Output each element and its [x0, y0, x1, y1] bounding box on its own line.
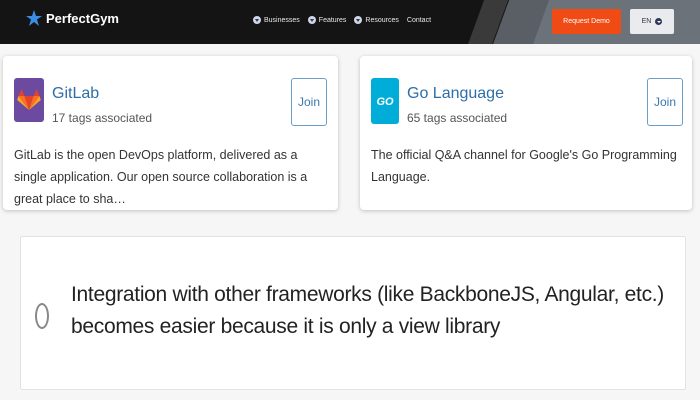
nav-item-contact[interactable]: Contact — [407, 16, 431, 24]
star-logo-icon — [26, 10, 42, 26]
main-nav: Businesses Features Resources Contact — [253, 16, 431, 24]
answer-option[interactable]: Integration with other frameworks (like … — [20, 236, 686, 390]
join-button[interactable]: Join — [647, 78, 683, 126]
go-gopher-icon: GO — [371, 78, 399, 124]
chevron-down-icon — [655, 18, 663, 25]
tag-count: 17 tags associated — [52, 111, 153, 125]
logo-text: PerfectGym — [46, 10, 119, 26]
language-selector[interactable]: EN — [630, 9, 674, 34]
nav-item-resources[interactable]: Resources — [354, 16, 399, 24]
tag-card-go-language: GO Go Language 65 tags associated Join T… — [360, 56, 692, 210]
gitlab-icon — [14, 78, 44, 122]
perfectgym-logo[interactable]: PerfectGym — [26, 10, 119, 26]
nav-item-businesses[interactable]: Businesses — [253, 16, 300, 24]
card-title[interactable]: Go Language — [407, 85, 504, 103]
nav-item-features[interactable]: Features — [307, 16, 346, 24]
option-text: Integration with other frameworks (like … — [71, 283, 664, 338]
chevron-down-icon — [354, 16, 363, 24]
join-button[interactable]: Join — [291, 78, 327, 126]
card-description: GitLab is the open DevOps platform, deli… — [14, 148, 308, 206]
svg-text:GO: GO — [376, 96, 394, 108]
top-header: PerfectGym Businesses Features Resources… — [0, 0, 700, 44]
chevron-down-icon — [253, 16, 261, 24]
card-title[interactable]: GitLab — [52, 85, 99, 103]
request-demo-button[interactable]: Request Demo — [552, 9, 621, 34]
tag-card-gitlab: GitLab 17 tags associated Join GitLab is… — [3, 56, 338, 210]
card-description: The official Q&A channel for Google's Go… — [371, 148, 677, 184]
radio-button[interactable] — [35, 303, 49, 329]
chevron-down-icon — [307, 16, 316, 24]
tag-count: 65 tags associated — [407, 111, 508, 125]
